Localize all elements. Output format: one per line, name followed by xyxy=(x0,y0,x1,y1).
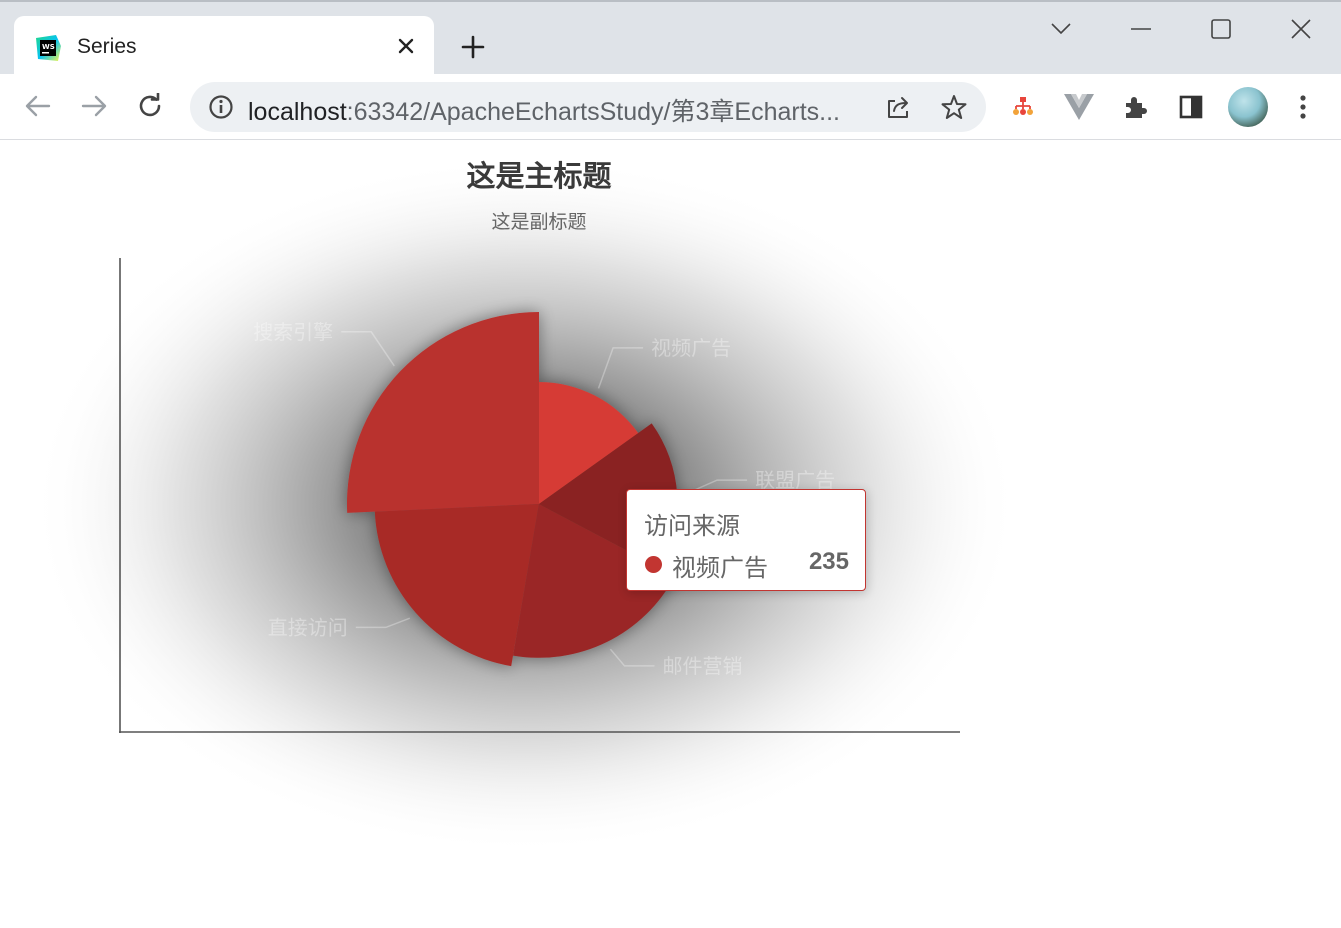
puzzle-icon xyxy=(1126,97,1147,118)
tab-search-button[interactable] xyxy=(1041,12,1081,46)
back-button[interactable] xyxy=(20,88,56,124)
chevron-down-icon xyxy=(1051,23,1071,35)
tab-strip: WS Series xyxy=(0,0,1341,78)
slice-label: 视频广告 xyxy=(651,336,731,360)
browser-toolbar: localhost:63342/ApacheEchartsStudy/第3章Ec… xyxy=(0,74,1341,140)
vue-icon xyxy=(1064,94,1094,120)
minimize-icon xyxy=(1131,28,1151,30)
bookmark-button[interactable] xyxy=(940,93,968,121)
chart-subtitle: 这是副标题 xyxy=(491,211,586,233)
profile-avatar[interactable] xyxy=(1228,87,1268,127)
reload-icon xyxy=(139,93,161,117)
close-tab-button[interactable] xyxy=(392,32,420,60)
info-icon[interactable] xyxy=(208,94,234,120)
star-icon xyxy=(941,95,967,119)
side-panel-icon xyxy=(1179,95,1203,119)
address-bar[interactable]: localhost:63342/ApacheEchartsStudy/第3章Ec… xyxy=(190,82,986,132)
extension-sitemap-button[interactable] xyxy=(1006,90,1040,124)
tab-title: Series xyxy=(77,35,137,58)
chart-tooltip: 访问来源 视频广告 235 xyxy=(626,489,866,591)
plus-icon xyxy=(461,35,485,59)
arrow-right-icon xyxy=(81,95,107,117)
svg-text:WS: WS xyxy=(42,43,55,51)
tooltip-item-name: 视频广告 xyxy=(672,555,768,582)
minimize-button[interactable] xyxy=(1121,12,1161,46)
new-tab-button[interactable] xyxy=(454,28,492,66)
reload-button[interactable] xyxy=(132,88,168,124)
tooltip-title: 访问来源 xyxy=(644,513,740,540)
side-panel-button[interactable] xyxy=(1174,90,1208,124)
slice-label: 直接访问 xyxy=(268,615,348,639)
forward-button[interactable] xyxy=(76,88,112,124)
share-button[interactable] xyxy=(884,93,912,121)
close-window-button[interactable] xyxy=(1281,12,1321,46)
arrow-left-icon xyxy=(25,95,51,117)
close-icon xyxy=(1291,19,1311,39)
page-content: 这是主标题 这是副标题 视频广告 联盟广告 邮件营销 直接访问 搜索引擎 访问来源 视频… xyxy=(0,140,1341,928)
browser-menu-button[interactable] xyxy=(1286,90,1320,124)
chart-title: 这是主标题 xyxy=(466,159,611,193)
url-text[interactable]: localhost:63342/ApacheEchartsStudy/第3章Ec… xyxy=(248,92,868,128)
maximize-button[interactable] xyxy=(1201,12,1241,46)
tooltip-series-marker xyxy=(645,556,662,573)
slice-label: 邮件营销 xyxy=(663,654,743,678)
tooltip-item-value: 235 xyxy=(808,548,849,575)
more-vert-icon xyxy=(1300,95,1306,119)
url-path: :63342/ApacheEchartsStudy/第3章Echarts... xyxy=(346,98,840,126)
close-icon xyxy=(398,38,414,54)
browser-chrome: WS Series localhost:63342/ApacheEchartsS… xyxy=(0,0,1341,140)
webstorm-icon: WS xyxy=(36,35,61,61)
slice-label: 搜索引擎 xyxy=(253,320,333,344)
url-host: localhost xyxy=(248,98,347,126)
extension-vue-button[interactable] xyxy=(1062,90,1096,124)
share-icon xyxy=(888,97,908,118)
extensions-button[interactable] xyxy=(1118,90,1152,124)
maximize-icon xyxy=(1211,19,1231,39)
browser-tab[interactable]: WS Series xyxy=(14,16,434,78)
sitemap-icon xyxy=(1013,97,1033,115)
